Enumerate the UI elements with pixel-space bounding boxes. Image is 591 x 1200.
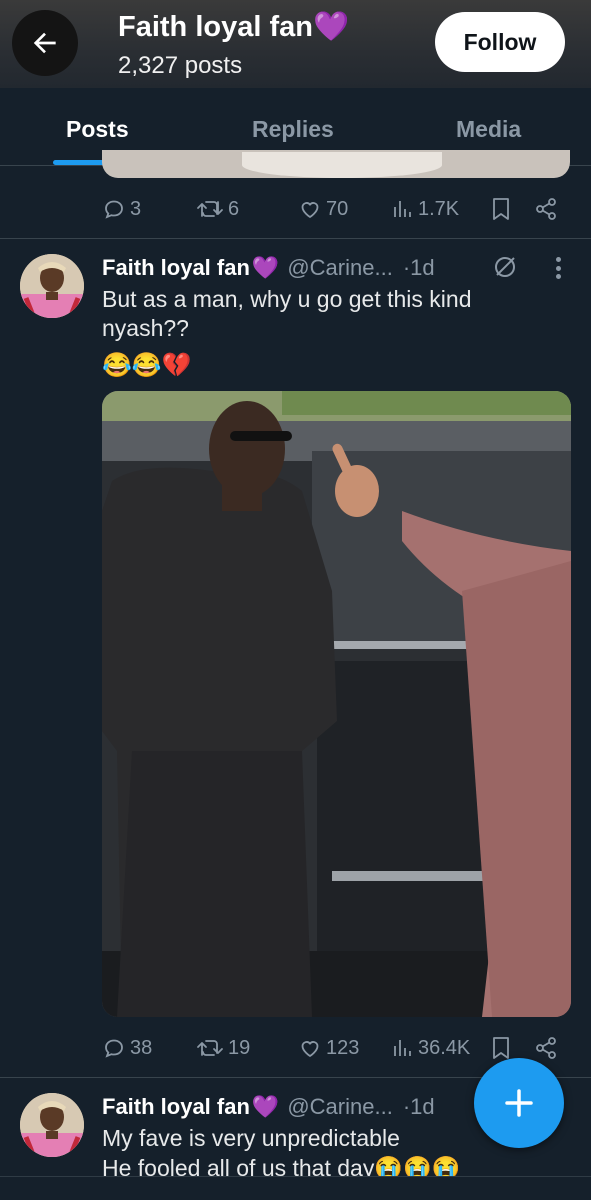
views-button[interactable]: 36.4K xyxy=(392,1033,470,1063)
author-name[interactable]: Faith loyal fan xyxy=(102,1094,250,1120)
post-header: Faith loyal fan 💜 @Carine... · 1d xyxy=(102,253,435,283)
post-text: But as a man, why u go get this kind nya… xyxy=(102,286,472,341)
author-handle[interactable]: @Carine... xyxy=(287,1094,392,1120)
follow-button[interactable]: Follow xyxy=(435,12,565,72)
grok-icon[interactable] xyxy=(492,254,518,280)
post-emojis: 😂😂💔 xyxy=(102,352,192,379)
views-icon xyxy=(394,1040,411,1056)
like-button[interactable]: 70 xyxy=(298,194,348,224)
post-divider xyxy=(0,238,591,239)
bottom-navigation-bar xyxy=(0,1176,591,1200)
repost-count: 19 xyxy=(228,1036,251,1059)
repost-icon xyxy=(197,1040,223,1056)
share-icon xyxy=(536,1037,556,1059)
author-name[interactable]: Faith loyal fan xyxy=(102,255,250,281)
previous-post-actions: 3 6 70 1.7K xyxy=(102,194,562,224)
back-button[interactable] xyxy=(12,10,78,76)
like-button[interactable]: 123 xyxy=(298,1033,359,1063)
post-text-line-1: My fave is very unpredictable xyxy=(102,1125,400,1151)
post-text-line-2: He fooled all of us that day😭😭😭 xyxy=(102,1155,461,1176)
separator-dot: · xyxy=(402,1094,411,1119)
repost-button[interactable]: 6 xyxy=(196,194,239,224)
profile-header: Faith loyal fan💜 2,327 posts Follow xyxy=(0,0,591,88)
more-options-icon[interactable] xyxy=(546,254,570,282)
post-time[interactable]: 1d xyxy=(410,1094,434,1120)
views-icon xyxy=(394,201,411,217)
bookmark-icon xyxy=(493,1037,509,1059)
post-header: Faith loyal fan 💜 @Carine... · 1d xyxy=(102,1092,435,1122)
view-count: 36.4K xyxy=(418,1036,471,1059)
author-handle[interactable]: @Carine... xyxy=(287,255,392,281)
profile-name: Faith loyal fan💜 xyxy=(118,11,350,43)
avatar[interactable] xyxy=(20,254,84,318)
views-button[interactable]: 1.7K xyxy=(392,194,459,224)
post-actions: 38 19 123 36.4K xyxy=(102,1033,562,1063)
reply-button[interactable]: 3 xyxy=(102,194,141,224)
arrow-left-icon xyxy=(33,32,56,54)
share-button[interactable] xyxy=(534,194,558,224)
post-media-image[interactable] xyxy=(102,391,571,1017)
avatar-image xyxy=(20,1093,84,1157)
reply-count: 3 xyxy=(130,197,142,220)
tab-replies[interactable]: Replies xyxy=(252,116,334,143)
avatar[interactable] xyxy=(20,1093,84,1157)
heart-outline-icon xyxy=(301,1041,319,1058)
repost-count: 6 xyxy=(228,197,240,220)
reply-icon xyxy=(105,1039,123,1058)
separator-dot: · xyxy=(402,255,411,280)
avatar-image xyxy=(20,254,84,318)
tab-posts[interactable]: Posts xyxy=(66,116,129,143)
reply-button[interactable]: 38 xyxy=(102,1033,152,1063)
share-icon xyxy=(536,198,556,220)
compose-post-button[interactable] xyxy=(474,1058,564,1148)
like-count: 123 xyxy=(326,1036,360,1059)
bookmark-icon xyxy=(493,198,509,220)
post-time[interactable]: 1d xyxy=(410,255,434,281)
plus-icon xyxy=(505,1089,533,1117)
reply-count: 38 xyxy=(130,1036,153,1059)
post-count: 2,327 posts xyxy=(118,52,243,79)
like-count: 70 xyxy=(326,197,349,220)
previous-post-media[interactable] xyxy=(102,150,570,178)
repost-button[interactable]: 19 xyxy=(196,1033,250,1063)
share-button[interactable] xyxy=(534,1033,558,1063)
tab-media[interactable]: Media xyxy=(456,116,521,143)
repost-icon xyxy=(197,201,223,217)
purple-heart-emoji: 💜 xyxy=(251,1094,280,1119)
reply-icon xyxy=(105,200,123,219)
heart-outline-icon xyxy=(301,202,319,219)
purple-heart-emoji: 💜 xyxy=(251,255,280,280)
bookmark-button[interactable] xyxy=(490,194,512,224)
view-count: 1.7K xyxy=(418,197,460,220)
